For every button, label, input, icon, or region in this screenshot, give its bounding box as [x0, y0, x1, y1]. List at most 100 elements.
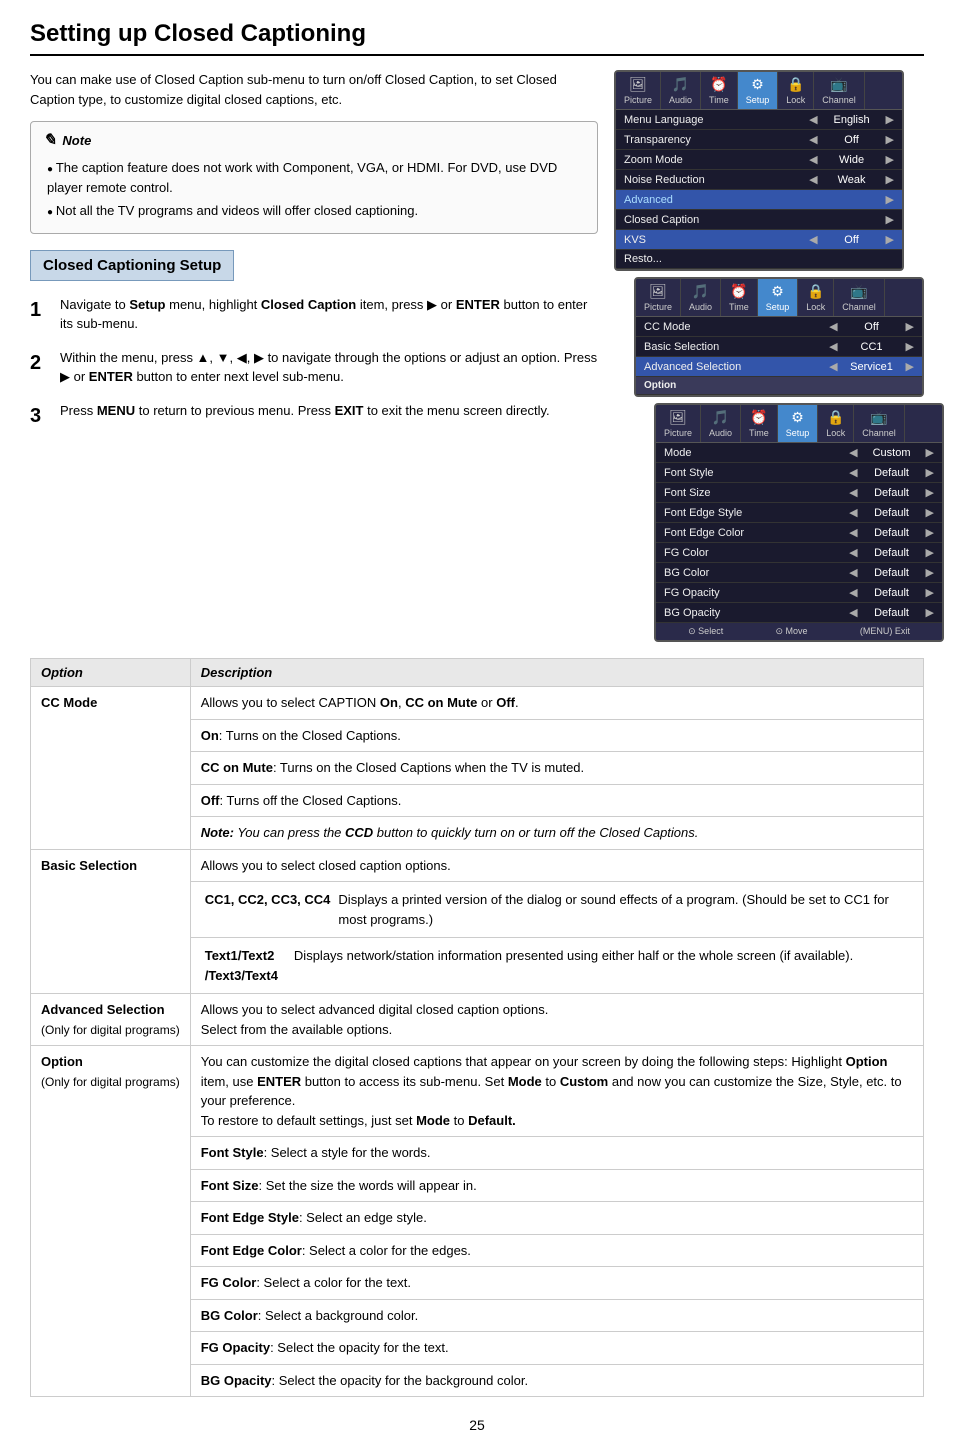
tab-time-3[interactable]: ⏰Time	[741, 405, 778, 442]
menu1-row-kvs: KVS ◀ Off ▶	[616, 230, 902, 250]
step-3: 3 Press MENU to return to previous menu.…	[30, 401, 598, 431]
col-description: Description	[190, 659, 923, 687]
step-3-text: Press MENU to return to previous menu. P…	[60, 401, 550, 431]
tab-picture-2[interactable]: 🖼Picture	[636, 279, 681, 316]
note-item-2: Not all the TV programs and videos will …	[47, 201, 585, 221]
menu3-row-fgcolor: FG Color ◀ Default ▶	[656, 543, 942, 563]
col-option: Option	[31, 659, 191, 687]
note-header: ✎ Note	[43, 130, 585, 150]
opt-option-desc: You can customize the digital closed cap…	[190, 1046, 923, 1137]
menu3-row-fontedgestyle: Font Edge Style ◀ Default ▶	[656, 503, 942, 523]
opt-fontedgestyle: Font Edge Style: Select an edge style.	[190, 1202, 923, 1235]
opt-basic-desc: Allows you to select closed caption opti…	[190, 849, 923, 882]
opt-fontstyle: Font Style: Select a style for the words…	[190, 1137, 923, 1170]
step-3-num: 3	[30, 401, 50, 431]
tv-menus: 🖼Picture 🎵Audio ⏰Time ⚙Setup 🔒Lock 📺Chan…	[614, 70, 924, 642]
left-column: You can make use of Closed Caption sub-m…	[30, 70, 598, 642]
opt-ccmode-off: Off: Turns off the Closed Captions.	[190, 784, 923, 817]
menu2-row-basic: Basic Selection ◀ CC1 ▶	[636, 337, 922, 357]
tab-lock-3[interactable]: 🔒Lock	[818, 405, 854, 442]
tab-lock-2[interactable]: 🔒Lock	[798, 279, 834, 316]
steps-list: 1 Navigate to Setup menu, highlight Clos…	[30, 295, 598, 431]
tab-setup-1[interactable]: ⚙Setup	[738, 72, 779, 109]
page-title: Setting up Closed Captioning	[30, 20, 924, 56]
opt-basic-text: Text1/Text2/Text3/Text4 Displays network…	[190, 938, 923, 994]
tv-menu-2: 🖼Picture 🎵Audio ⏰Time ⚙Setup 🔒Lock 📺Chan…	[634, 277, 924, 397]
note-box: ✎ Note The caption feature does not work…	[30, 121, 598, 234]
tab-channel-1[interactable]: 📺Channel	[814, 72, 865, 109]
page-number: 25	[30, 1417, 924, 1433]
table-row-basic: Basic Selection Allows you to select clo…	[31, 849, 924, 882]
table-row-option: Option (Only for digital programs) You c…	[31, 1046, 924, 1137]
opt-option: Option (Only for digital programs)	[31, 1046, 191, 1397]
note-list: The caption feature does not work with C…	[43, 158, 585, 225]
menu3-row-bgcolor: BG Color ◀ Default ▶	[656, 563, 942, 583]
menu3-row-fontedgecolor: Font Edge Color ◀ Default ▶	[656, 523, 942, 543]
opt-fontsize: Font Size: Set the size the words will a…	[190, 1169, 923, 1202]
tv-menus-column: 🖼Picture 🎵Audio ⏰Time ⚙Setup 🔒Lock 📺Chan…	[614, 70, 924, 642]
tab-lock-1[interactable]: 🔒Lock	[778, 72, 814, 109]
menu3-row-mode: Mode ◀ Custom ▶	[656, 443, 942, 463]
step-2: 2 Within the menu, press ▲, ▼, ◀, ▶ to n…	[30, 348, 598, 387]
menu1-row-3: Noise Reduction ◀ Weak ▶	[616, 170, 902, 190]
section-title: Closed Captioning Setup	[30, 250, 234, 281]
options-table: Option Description CC Mode Allows you to…	[30, 658, 924, 1397]
opt-fgcolor: FG Color: Select a color for the text.	[190, 1267, 923, 1300]
main-layout: You can make use of Closed Caption sub-m…	[30, 70, 924, 642]
tv-menu-1: 🖼Picture 🎵Audio ⏰Time ⚙Setup 🔒Lock 📺Chan…	[614, 70, 904, 271]
tab-time-2[interactable]: ⏰Time	[721, 279, 758, 316]
tab-audio-3[interactable]: 🎵Audio	[701, 405, 741, 442]
menu3-row-fontstyle: Font Style ◀ Default ▶	[656, 463, 942, 483]
step-1-num: 1	[30, 295, 50, 334]
menu1-row-2: Zoom Mode ◀ Wide ▶	[616, 150, 902, 170]
footer-exit: (MENU) Exit	[860, 626, 910, 637]
tab-channel-2[interactable]: 📺Channel	[834, 279, 885, 316]
tv-menu-3-tabs: 🖼Picture 🎵Audio ⏰Time ⚙Setup 🔒Lock 📺Chan…	[656, 405, 942, 443]
tv-menu-2-tabs: 🖼Picture 🎵Audio ⏰Time ⚙Setup 🔒Lock 📺Chan…	[636, 279, 922, 317]
tab-picture-3[interactable]: 🖼Picture	[656, 405, 701, 442]
opt-ccmode-note: Note: You can press the CCD button to qu…	[190, 817, 923, 850]
opt-ccmode-mute: CC on Mute: Turns on the Closed Captions…	[190, 752, 923, 785]
tab-audio-1[interactable]: 🎵Audio	[661, 72, 701, 109]
tab-time-1[interactable]: ⏰Time	[701, 72, 738, 109]
tab-setup-3[interactable]: ⚙Setup	[778, 405, 819, 442]
opt-fontedgecolor: Font Edge Color: Select a color for the …	[190, 1234, 923, 1267]
opt-bgcolor: BG Color: Select a background color.	[190, 1299, 923, 1332]
tab-channel-3[interactable]: 📺Channel	[854, 405, 905, 442]
intro-text: You can make use of Closed Caption sub-m…	[30, 70, 598, 109]
footer-select: ⊙ Select	[688, 626, 723, 637]
opt-basic: Basic Selection	[31, 849, 191, 994]
opt-fgopacity: FG Opacity: Select the opacity for the t…	[190, 1332, 923, 1365]
opt-ccmode: CC Mode	[31, 687, 191, 850]
menu2-row-advanced: Advanced Selection ◀ Service1 ▶	[636, 357, 922, 377]
menu1-row-0: Menu Language ◀ English ▶	[616, 110, 902, 130]
menu3-footer: ⊙ Select ⊙ Move (MENU) Exit	[656, 623, 942, 640]
step-1-text: Navigate to Setup menu, highlight Closed…	[60, 295, 598, 334]
opt-basic-cc: CC1, CC2, CC3, CC4 Displays a printed ve…	[190, 882, 923, 938]
note-item-1: The caption feature does not work with C…	[47, 158, 585, 197]
step-2-text: Within the menu, press ▲, ▼, ◀, ▶ to nav…	[60, 348, 598, 387]
menu1-row-1: Transparency ◀ Off ▶	[616, 130, 902, 150]
opt-ccmode-on: On: Turns on the Closed Captions.	[190, 719, 923, 752]
menu1-row-cc: Closed Caption ▶	[616, 210, 902, 230]
note-label: Note	[62, 133, 91, 148]
tab-setup-2[interactable]: ⚙Setup	[758, 279, 799, 316]
menu3-row-fontsize: Font Size ◀ Default ▶	[656, 483, 942, 503]
footer-move: ⊙ Move	[775, 626, 807, 637]
note-icon: ✎	[43, 130, 56, 150]
tv-menu-1-tabs: 🖼Picture 🎵Audio ⏰Time ⚙Setup 🔒Lock 📺Chan…	[616, 72, 902, 110]
tab-picture-1[interactable]: 🖼Picture	[616, 72, 661, 109]
opt-bgopacity: BG Opacity: Select the opacity for the b…	[190, 1364, 923, 1397]
opt-ccmode-desc: Allows you to select CAPTION On, CC on M…	[190, 687, 923, 720]
menu3-row-bgopacity: BG Opacity ◀ Default ▶	[656, 603, 942, 623]
step-1: 1 Navigate to Setup menu, highlight Clos…	[30, 295, 598, 334]
tv-menu-3: 🖼Picture 🎵Audio ⏰Time ⚙Setup 🔒Lock 📺Chan…	[654, 403, 944, 642]
menu1-row-advanced: Advanced ▶	[616, 190, 902, 210]
menu3-row-fgopacity: FG Opacity ◀ Default ▶	[656, 583, 942, 603]
table-row-ccmode: CC Mode Allows you to select CAPTION On,…	[31, 687, 924, 720]
menu2-row-option: Option	[636, 377, 922, 395]
step-2-num: 2	[30, 348, 50, 387]
tab-audio-2[interactable]: 🎵Audio	[681, 279, 721, 316]
opt-advanced-desc: Allows you to select advanced digital cl…	[190, 994, 923, 1046]
table-header-row: Option Description	[31, 659, 924, 687]
